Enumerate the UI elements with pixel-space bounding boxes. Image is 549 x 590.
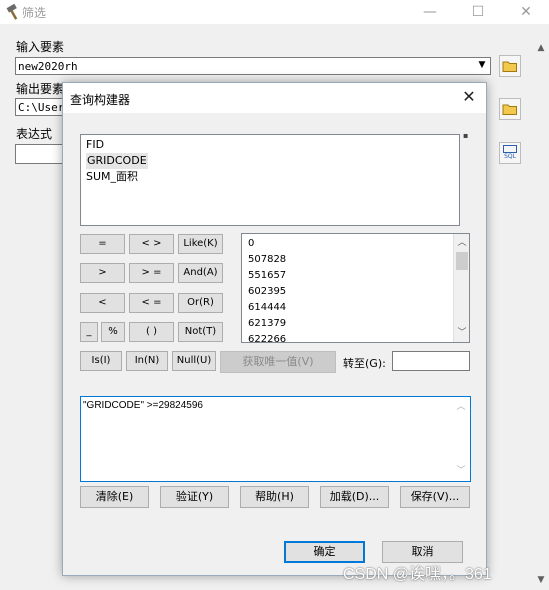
goto-input[interactable] <box>392 351 470 371</box>
value-item[interactable]: 621379 <box>248 316 286 332</box>
scroll-marker-icon: ▪ <box>463 131 469 140</box>
verify-button[interactable]: 验证(Y) <box>160 486 229 508</box>
op-or-button[interactable]: Or(R) <box>178 293 223 313</box>
sql-button[interactable]: SQL <box>499 142 521 164</box>
op-percent-button[interactable]: % <box>101 322 125 342</box>
value-item[interactable]: 551657 <box>248 268 286 284</box>
sql-icon-text: SQL <box>504 153 516 160</box>
field-item[interactable]: FID <box>86 137 104 153</box>
value-item[interactable]: 0 <box>248 236 254 252</box>
chevron-up-icon[interactable]: ︿ <box>454 235 469 251</box>
expression-text: "GRIDCODE" >=29824596 <box>83 400 203 411</box>
folder-icon <box>502 104 517 115</box>
unique-values-listbox[interactable]: 0 507828 551657 602395 614444 621379 622… <box>241 233 470 343</box>
clear-button[interactable]: 清除(E) <box>80 486 149 508</box>
scroll-up-icon[interactable]: ▲ <box>533 40 549 56</box>
save-button[interactable]: 保存(V)... <box>400 486 470 508</box>
op-greater-button[interactable]: > <box>80 263 125 283</box>
value-item[interactable]: 602395 <box>248 284 286 300</box>
value-item[interactable]: 614444 <box>248 300 286 316</box>
op-paren-button[interactable]: ( ) <box>129 322 174 342</box>
op-less-equal-button[interactable]: < = <box>129 293 174 313</box>
op-null-button[interactable]: Null(U) <box>172 351 216 371</box>
chevron-down-icon[interactable]: ▼ <box>475 58 489 74</box>
expression-label: 表达式 <box>16 127 53 141</box>
background-window-title: 筛选 <box>22 6 47 20</box>
chevron-down-icon[interactable]: ﹀ <box>454 325 469 341</box>
op-equal-button[interactable]: = <box>80 234 125 254</box>
background-scrollbar[interactable]: ▲ ▼ <box>533 24 549 590</box>
output-features-label: 输出要素 <box>16 82 65 96</box>
close-icon[interactable]: ✕ <box>516 2 536 22</box>
output-folder-button[interactable] <box>499 98 521 120</box>
value-item[interactable]: 622266 <box>248 332 286 342</box>
expression-textarea[interactable]: "GRIDCODE" >=29824596 ︿ ﹀ <box>80 396 471 482</box>
watermark: CSDN @诶嘿，。361 <box>343 566 492 583</box>
values-scrollbar[interactable]: ︿ ﹀ <box>453 234 469 342</box>
output-features-value: C:\User <box>18 101 65 114</box>
op-underscore-button[interactable]: _ <box>80 322 98 342</box>
background-titlebar <box>0 0 549 24</box>
input-features-value: new2020rh <box>18 60 78 73</box>
query-builder-dialog: 查询构建器 ✕ FID GRIDCODE SUM_面积 ▪ = < > Like… <box>62 82 487 576</box>
help-button[interactable]: 帮助(H) <box>240 486 309 508</box>
input-features-combobox[interactable]: new2020rh <box>15 57 491 75</box>
op-in-button[interactable]: In(N) <box>126 351 168 371</box>
op-not-button[interactable]: Not(T) <box>178 322 223 342</box>
folder-icon <box>502 61 517 72</box>
table-icon <box>503 145 517 153</box>
chevron-down-icon[interactable]: ﹀ <box>453 463 469 479</box>
op-less-button[interactable]: < <box>80 293 125 313</box>
hammer-icon <box>5 3 21 20</box>
goto-label: 转至(G): <box>343 357 386 370</box>
op-and-button[interactable]: And(A) <box>178 263 223 283</box>
fields-listbox[interactable]: FID GRIDCODE SUM_面积 <box>80 134 460 226</box>
load-button[interactable]: 加载(D)... <box>320 486 389 508</box>
value-item[interactable]: 507828 <box>248 252 286 268</box>
scroll-down-icon[interactable]: ▼ <box>533 572 549 588</box>
get-unique-values-button[interactable]: 获取唯一值(V) <box>220 351 336 373</box>
minimize-icon[interactable]: — <box>420 2 440 22</box>
input-features-label: 输入要素 <box>16 40 65 54</box>
op-not-equal-button[interactable]: < > <box>129 234 174 254</box>
dialog-title: 查询构建器 <box>70 93 131 107</box>
scroll-thumb[interactable] <box>456 252 468 270</box>
open-folder-button[interactable] <box>499 55 521 77</box>
field-item[interactable]: SUM_面积 <box>86 169 138 185</box>
maximize-icon[interactable]: ☐ <box>468 2 488 22</box>
op-greater-equal-button[interactable]: > = <box>129 263 174 283</box>
op-like-button[interactable]: Like(K) <box>178 234 223 254</box>
op-is-button[interactable]: Is(I) <box>80 351 122 371</box>
dialog-close-icon[interactable]: ✕ <box>459 87 479 107</box>
field-item-selected[interactable]: GRIDCODE <box>86 153 148 169</box>
chevron-up-icon[interactable]: ︿ <box>453 399 469 415</box>
